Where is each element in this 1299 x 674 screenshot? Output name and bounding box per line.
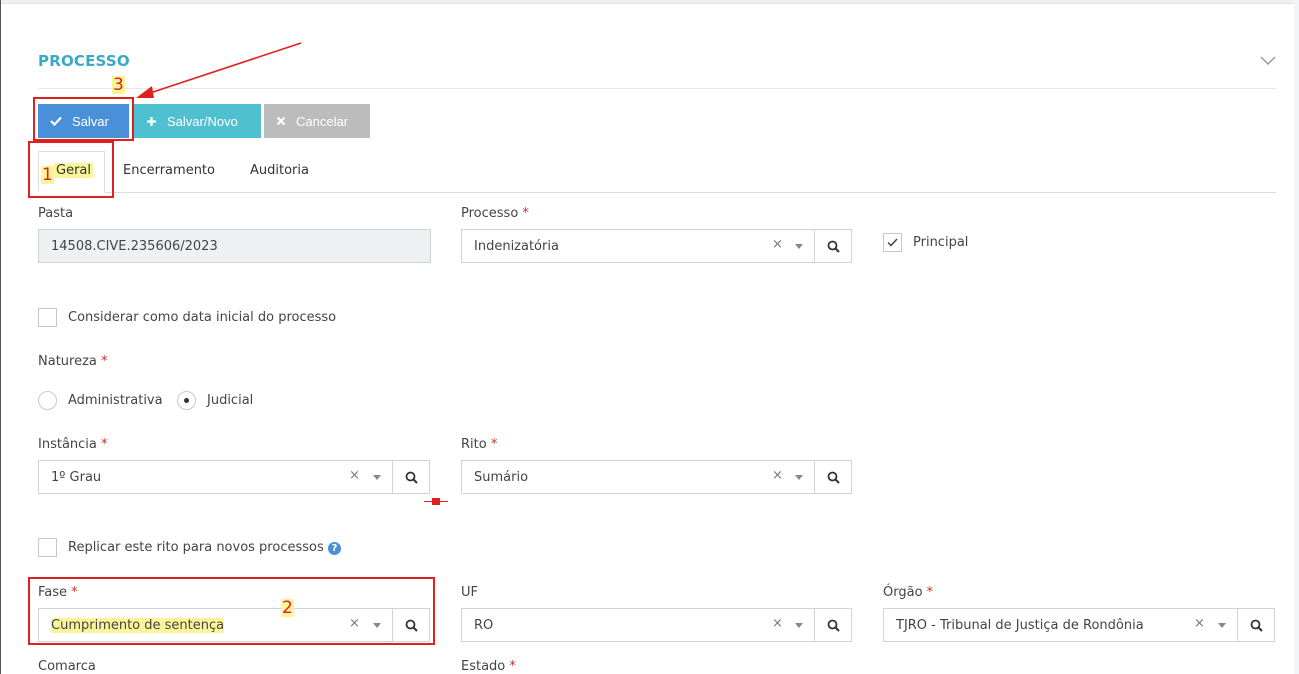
chevron-down-icon[interactable] bbox=[1260, 53, 1276, 67]
orgao-value: TJRO - Tribunal de Justiça de Rondônia bbox=[896, 617, 1144, 633]
processo-search-button[interactable] bbox=[814, 229, 852, 263]
instancia-label: Instância * bbox=[38, 437, 108, 452]
uf-value: RO bbox=[474, 617, 494, 633]
processo-value: Indenizatória bbox=[474, 238, 559, 254]
uf-select[interactable]: RO bbox=[461, 608, 815, 642]
uf-caret-icon[interactable] bbox=[795, 623, 803, 628]
close-icon bbox=[276, 116, 286, 126]
annotation-box-3 bbox=[33, 97, 134, 141]
tabs-underline bbox=[38, 192, 1276, 193]
considerar-checkbox[interactable] bbox=[38, 308, 57, 327]
top-bar bbox=[0, 0, 1299, 4]
processo-select[interactable]: Indenizatória bbox=[461, 229, 815, 263]
plus-icon bbox=[147, 116, 156, 126]
natureza-administrativa-radio[interactable] bbox=[38, 391, 57, 410]
annotation-number-2: 2 bbox=[281, 598, 294, 618]
pasta-label: Pasta bbox=[38, 206, 74, 221]
orgao-label-text: Órgão bbox=[883, 585, 923, 600]
search-icon bbox=[405, 471, 418, 484]
required-mark: * bbox=[101, 354, 108, 369]
principal-label: Principal bbox=[913, 235, 969, 250]
orgao-select[interactable]: TJRO - Tribunal de Justiça de Rondônia bbox=[883, 608, 1238, 642]
annotation-marker-line bbox=[424, 501, 448, 502]
search-icon bbox=[827, 240, 840, 253]
replicar-label: Replicar este rito para novos processos bbox=[68, 540, 324, 555]
natureza-label: Natureza * bbox=[38, 354, 108, 369]
instancia-caret-icon[interactable] bbox=[373, 475, 381, 480]
save-new-button[interactable]: Salvar/Novo bbox=[134, 104, 261, 138]
help-icon[interactable]: ? bbox=[328, 542, 341, 555]
required-mark: * bbox=[101, 437, 108, 452]
instancia-select[interactable]: 1º Grau bbox=[38, 460, 393, 494]
replicar-checkbox[interactable] bbox=[38, 538, 57, 557]
considerar-label: Considerar como data inicial do processo bbox=[68, 310, 337, 325]
orgao-search-button[interactable] bbox=[1237, 608, 1275, 642]
rito-label: Rito * bbox=[461, 437, 497, 452]
annotation-number-3: 3 bbox=[112, 75, 125, 95]
natureza-judicial-radio[interactable] bbox=[177, 391, 196, 410]
annotation-number-1: 1 bbox=[41, 165, 54, 185]
processo-label: Processo * bbox=[461, 206, 529, 221]
left-edge bbox=[0, 0, 1, 674]
uf-label: UF bbox=[461, 585, 478, 600]
processo-label-text: Processo bbox=[461, 206, 519, 221]
cancel-button-label: Cancelar bbox=[296, 113, 349, 129]
orgao-caret-icon[interactable] bbox=[1218, 623, 1226, 628]
principal-checkbox[interactable] bbox=[883, 233, 902, 252]
tab-encerramento[interactable]: Encerramento bbox=[123, 163, 215, 178]
radio-selected-dot bbox=[184, 398, 189, 403]
section-title: PROCESSO bbox=[38, 52, 130, 70]
uf-clear-icon[interactable]: × bbox=[772, 616, 783, 631]
rito-value: Sumário bbox=[474, 469, 529, 485]
processo-caret-icon[interactable] bbox=[795, 244, 803, 249]
required-mark: * bbox=[522, 206, 529, 221]
instancia-value: 1º Grau bbox=[51, 469, 102, 485]
tab-auditoria[interactable]: Auditoria bbox=[250, 163, 309, 178]
required-mark: * bbox=[926, 585, 934, 600]
required-mark: * bbox=[509, 659, 516, 674]
natureza-administrativa-label: Administrativa bbox=[68, 393, 163, 408]
search-icon bbox=[827, 619, 840, 632]
rito-caret-icon[interactable] bbox=[795, 475, 803, 480]
orgao-clear-icon[interactable]: × bbox=[1194, 616, 1205, 631]
save-new-button-label: Salvar/Novo bbox=[167, 113, 238, 129]
estado-label-text: Estado bbox=[461, 659, 506, 674]
pasta-field: 14508.CIVE.235606/2023 bbox=[38, 229, 431, 263]
search-icon bbox=[1250, 619, 1263, 632]
scrollbar-track[interactable] bbox=[1294, 0, 1299, 674]
rito-clear-icon[interactable]: × bbox=[772, 468, 783, 483]
comarca-label: Comarca bbox=[38, 659, 96, 674]
natureza-label-text: Natureza bbox=[38, 354, 97, 369]
pasta-value: 14508.CIVE.235606/2023 bbox=[51, 238, 218, 254]
uf-search-button[interactable] bbox=[814, 608, 852, 642]
processo-clear-icon[interactable]: × bbox=[772, 237, 783, 252]
search-icon bbox=[827, 471, 840, 484]
instancia-label-text: Instância bbox=[38, 437, 97, 452]
check-icon bbox=[887, 238, 898, 247]
annotation-arrow bbox=[136, 42, 302, 98]
cancel-button[interactable]: Cancelar bbox=[264, 104, 370, 138]
natureza-judicial-label: Judicial bbox=[207, 393, 254, 408]
orgao-label: Órgão * bbox=[883, 585, 933, 600]
rito-search-button[interactable] bbox=[814, 460, 852, 494]
instancia-clear-icon[interactable]: × bbox=[349, 468, 360, 483]
estado-label: Estado * bbox=[461, 659, 516, 674]
rito-select[interactable]: Sumário bbox=[461, 460, 815, 494]
rito-label-text: Rito bbox=[461, 437, 487, 452]
annotation-box-2 bbox=[28, 577, 435, 645]
required-mark: * bbox=[490, 437, 498, 452]
instancia-search-button[interactable] bbox=[392, 460, 430, 494]
